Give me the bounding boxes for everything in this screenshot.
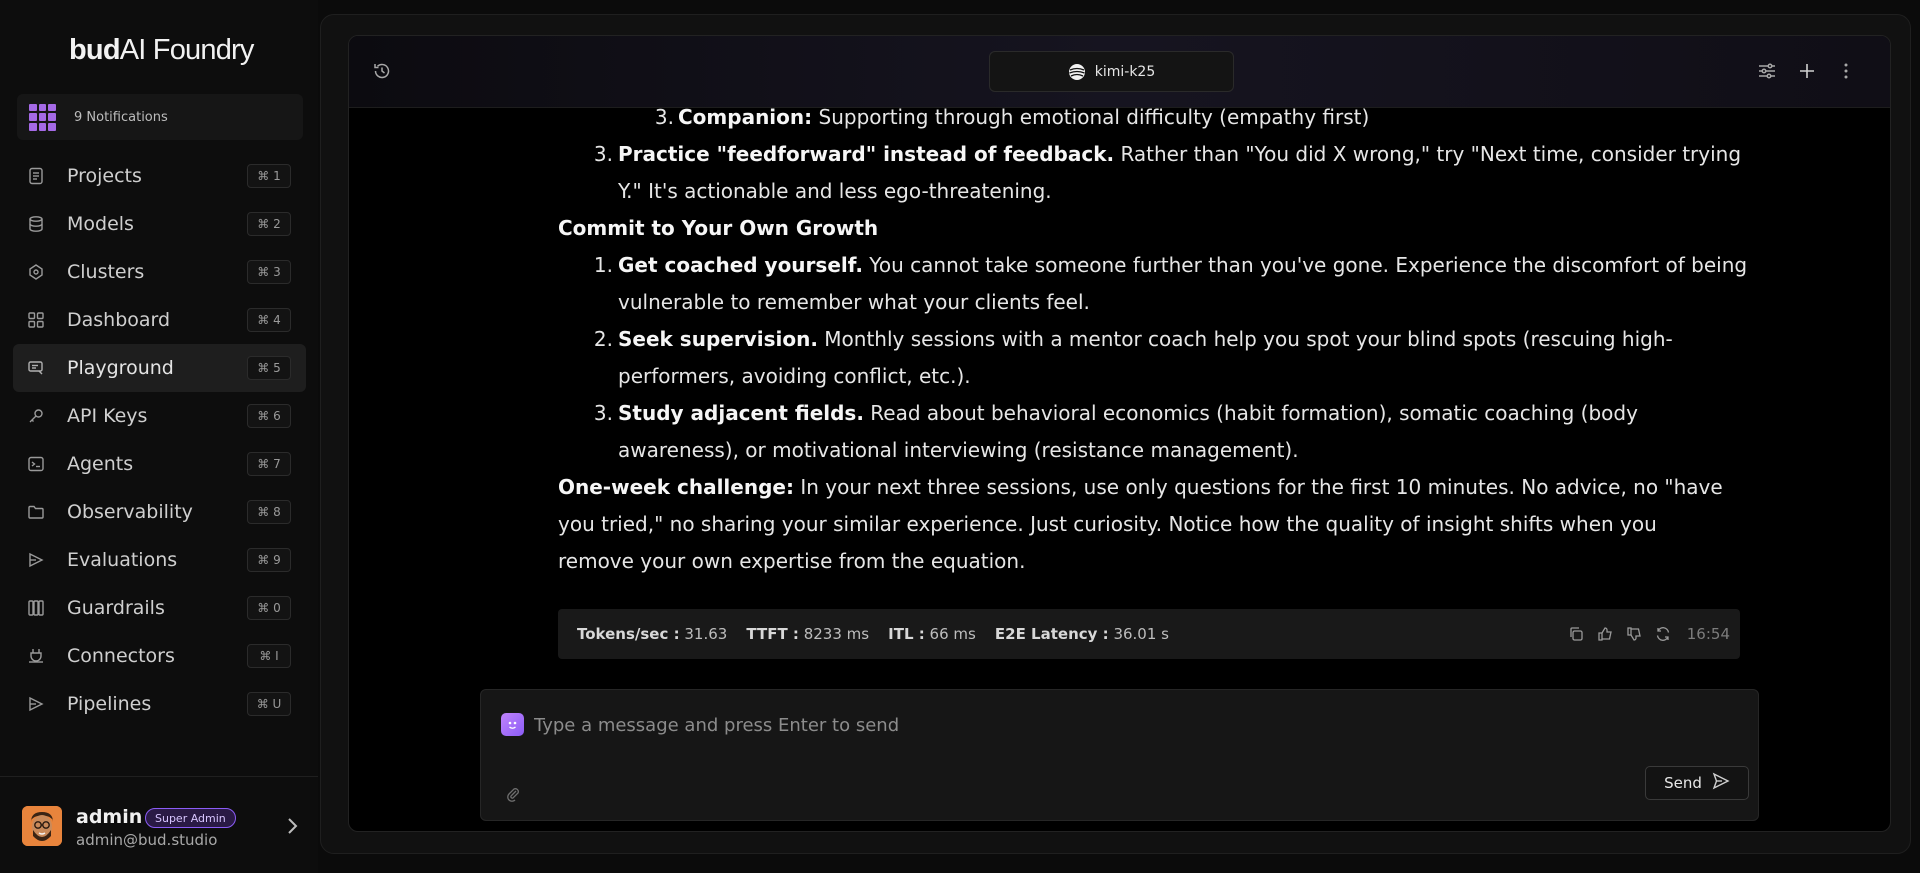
assistant-avatar-icon <box>501 713 524 736</box>
list-item: 2. Seek supervision. Monthly sessions wit… <box>593 327 1673 388</box>
shortcut-badge: ⌘ 6 <box>247 404 291 428</box>
sidebar-item-pipelines[interactable]: Pipelines ⌘ U <box>13 680 306 728</box>
assistant-message: 3. Companion: Supporting through emotiona… <box>558 99 1758 580</box>
attachment-icon[interactable] <box>505 786 521 802</box>
copy-icon[interactable] <box>1567 625 1585 643</box>
avatar <box>22 806 62 846</box>
sidebar-item-projects[interactable]: Projects ⌘ 1 <box>13 152 306 200</box>
send-label: Send <box>1664 774 1702 792</box>
sidebar-item-label: Playground <box>67 357 174 379</box>
pipeline-icon <box>26 694 46 714</box>
sidebar-item-label: Agents <box>67 453 134 475</box>
sidebar-item-api-keys[interactable]: API Keys ⌘ 6 <box>13 392 306 440</box>
user-email: admin@bud.studio <box>76 831 218 849</box>
guardrails-icon <box>26 598 46 618</box>
message-actions: 16:54 <box>1567 623 1730 645</box>
notifications-button[interactable]: 9 Notifications <box>17 94 303 140</box>
shortcut-badge: ⌘ 1 <box>247 164 291 188</box>
sidebar-item-label: Projects <box>67 165 142 187</box>
model-selector[interactable]: kimi-k25 <box>989 51 1234 92</box>
settings-sliders-icon[interactable] <box>1755 59 1779 83</box>
list-item: 1. Get coached yourself. You cannot take … <box>593 253 1748 314</box>
list-item: 3. Study adjacent fields. Read about beha… <box>593 401 1638 462</box>
shortcut-badge: ⌘ 8 <box>247 500 291 524</box>
chevron-right-icon[interactable] <box>280 814 304 838</box>
sidebar: budAI Foundry 9 Notifications Projects ⌘… <box>0 0 318 873</box>
shortcut-badge: ⌘ 4 <box>247 308 291 332</box>
thumbs-down-icon[interactable] <box>1625 625 1643 643</box>
user-profile[interactable]: admin Super Admin admin@bud.studio <box>22 806 302 850</box>
shortcut-badge: ⌘ 3 <box>247 260 291 284</box>
message-metrics-bar: Tokens/sec : 31.63 TTFT : 8233 ms ITL : … <box>558 609 1740 659</box>
user-name: admin <box>76 806 143 828</box>
grid-icon <box>26 310 46 330</box>
evaluation-icon <box>26 550 46 570</box>
metrics-text: Tokens/sec : 31.63 TTFT : 8233 ms ITL : … <box>577 625 1169 643</box>
sidebar-item-dashboard[interactable]: Dashboard ⌘ 4 <box>13 296 306 344</box>
sidebar-item-clusters[interactable]: Clusters ⌘ 3 <box>13 248 306 296</box>
sidebar-item-label: Guardrails <box>67 597 165 619</box>
key-icon <box>26 406 46 426</box>
sidebar-item-label: Observability <box>67 501 193 523</box>
sidebar-item-connectors[interactable]: Connectors ⌘ I <box>13 632 306 680</box>
sidebar-divider <box>0 776 318 777</box>
shortcut-badge: ⌘ 7 <box>247 452 291 476</box>
notifications-grid-icon <box>29 103 56 131</box>
sidebar-item-label: Dashboard <box>67 309 171 331</box>
role-badge: Super Admin <box>145 808 236 828</box>
sidebar-item-playground[interactable]: Playground ⌘ 5 <box>13 344 306 392</box>
playground-panel: kimi-k25 3. Companion: Supporting through… <box>348 35 1891 832</box>
database-icon <box>26 214 46 234</box>
folder-icon <box>26 502 46 522</box>
list-item: 3. Practice "feedforward" instead of feed… <box>593 142 1742 203</box>
sidebar-item-models[interactable]: Models ⌘ 2 <box>13 200 306 248</box>
sidebar-item-label: API Keys <box>67 405 148 427</box>
sidebar-item-label: Pipelines <box>67 693 152 715</box>
brand-logo[interactable]: budAI Foundry <box>69 34 254 67</box>
regenerate-icon[interactable] <box>1654 625 1672 643</box>
shortcut-badge: ⌘ 9 <box>247 548 291 572</box>
send-button[interactable]: Send <box>1645 766 1749 800</box>
document-icon <box>26 166 46 186</box>
thumbs-up-icon[interactable] <box>1596 625 1614 643</box>
sidebar-item-guardrails[interactable]: Guardrails ⌘ 0 <box>13 584 306 632</box>
model-logo-icon <box>1068 63 1086 81</box>
message-composer: Send <box>480 689 1759 821</box>
message-timestamp: 16:54 <box>1686 625 1730 643</box>
sidebar-item-label: Clusters <box>67 261 145 283</box>
more-vertical-icon[interactable] <box>1834 59 1858 83</box>
chat-topbar: kimi-k25 <box>349 36 1890 108</box>
playground-icon <box>26 358 46 378</box>
plug-icon <box>26 646 46 666</box>
shortcut-badge: ⌘ 0 <box>247 596 291 620</box>
sidebar-item-evaluations[interactable]: Evaluations ⌘ 9 <box>13 536 306 584</box>
shortcut-badge: ⌘ 5 <box>247 356 291 380</box>
sidebar-item-label: Evaluations <box>67 549 178 571</box>
section-heading: Commit to Your Own Growth <box>558 216 879 240</box>
send-icon <box>1712 772 1730 794</box>
history-icon[interactable] <box>370 59 394 83</box>
sidebar-item-observability[interactable]: Observability ⌘ 8 <box>13 488 306 536</box>
terminal-icon <box>26 454 46 474</box>
model-name: kimi-k25 <box>1094 63 1156 80</box>
message-input[interactable] <box>534 710 1634 740</box>
shortcut-badge: ⌘ I <box>247 644 291 668</box>
notifications-label: 9 Notifications <box>74 109 168 125</box>
sidebar-item-label: Models <box>67 213 134 235</box>
sidebar-item-label: Connectors <box>67 645 175 667</box>
shortcut-badge: ⌘ 2 <box>247 212 291 236</box>
list-item: 3. Companion: Supporting through emotiona… <box>654 105 1370 129</box>
plus-icon[interactable] <box>1795 59 1819 83</box>
sidebar-item-agents[interactable]: Agents ⌘ 7 <box>13 440 306 488</box>
cluster-icon <box>26 262 46 282</box>
sidebar-nav: Projects ⌘ 1 Models ⌘ 2 Clusters ⌘ 3 Das… <box>13 152 306 728</box>
shortcut-badge: ⌘ U <box>247 692 291 716</box>
challenge-paragraph: One-week challenge: In your next three s… <box>558 475 1723 573</box>
